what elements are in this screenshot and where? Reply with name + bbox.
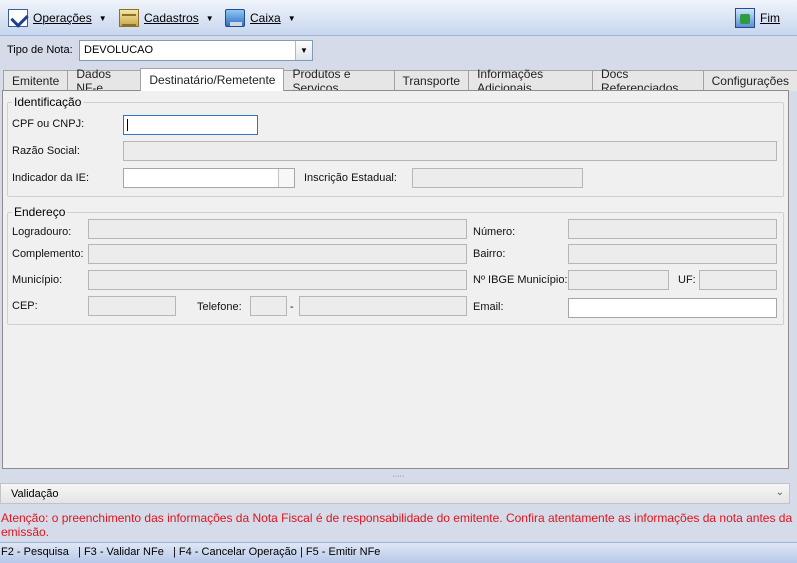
indicador-ie-label: Indicador da IE: — [12, 172, 90, 184]
operacoes-menu[interactable]: Operações ▼ — [8, 8, 107, 28]
endereco-title: Endereço — [14, 205, 66, 219]
numero-label: Número: — [473, 226, 516, 238]
exit-door-icon — [735, 8, 755, 28]
tab-informacoes-adicionais[interactable]: Informações Adicionais — [468, 67, 593, 95]
tipo-nota-value: DEVOLUCAO — [84, 44, 154, 56]
tab-transporte[interactable]: Transporte — [393, 70, 470, 91]
cep-input[interactable] — [88, 296, 176, 316]
cadastros-menu-label: Cadastros — [144, 11, 199, 25]
splitter-handle[interactable]: ····· — [0, 470, 797, 482]
caixa-menu-label: Caixa — [250, 11, 281, 25]
inscricao-estadual-input[interactable] — [412, 168, 583, 188]
tab-configuracoes[interactable]: Configurações — [702, 70, 797, 91]
logradouro-label: Logradouro: — [12, 226, 72, 238]
email-label: Email: — [473, 301, 504, 313]
chevron-down-icon: ▼ — [287, 13, 296, 23]
cep-label: CEP: — [12, 300, 38, 312]
tab-docs-referenciados[interactable]: Docs Referenciados — [592, 67, 704, 95]
destinatario-panel: Identificação CPF ou CNPJ: Razão Social:… — [2, 90, 789, 469]
caixa-menu[interactable]: Caixa ▼ — [225, 8, 296, 28]
tipo-nota-label: Tipo de Nota: — [7, 44, 73, 56]
bairro-label: Bairro: — [473, 248, 506, 260]
cpf-cnpj-input[interactable] — [123, 115, 258, 135]
dropdown-button[interactable] — [278, 169, 294, 187]
tab-strip: Emitente Dados NF-e Destinatário/Remeten… — [3, 67, 797, 95]
text-caret — [127, 119, 128, 131]
cpf-cnpj-label: CPF ou CNPJ: — [12, 118, 85, 130]
fim-button-label: Fim — [760, 11, 781, 25]
operacoes-menu-label: Operações — [33, 11, 92, 25]
telefone-separator: - — [290, 301, 294, 313]
tab-produtos-servicos[interactable]: Produtos e Serviços — [283, 67, 395, 95]
inscricao-estadual-label: Inscrição Estadual: — [304, 172, 397, 184]
complemento-input[interactable] — [88, 244, 467, 264]
identificacao-title: Identificação — [14, 95, 82, 109]
chevron-down-icon[interactable]: ⌄ — [776, 487, 784, 498]
email-input[interactable] — [568, 298, 777, 318]
tipo-nota-select[interactable]: DEVOLUCAO ▼ — [79, 40, 313, 61]
chevron-down-icon: ▼ — [205, 13, 214, 23]
municipio-input[interactable] — [88, 270, 467, 290]
ibge-municipio-input[interactable] — [568, 270, 669, 290]
cadastros-menu[interactable]: Cadastros ▼ — [119, 8, 214, 28]
municipio-label: Município: — [12, 274, 63, 286]
tab-destinatario-remetente[interactable]: Destinatário/Remetente — [140, 68, 285, 91]
uf-input[interactable] — [699, 270, 777, 290]
fim-button[interactable]: Fim — [735, 8, 780, 28]
tipo-nota-row: Tipo de Nota: DEVOLUCAO ▼ — [0, 36, 797, 66]
uf-label: UF: — [678, 274, 696, 286]
razao-social-label: Razão Social: — [12, 145, 80, 157]
telefone-ddd-input[interactable] — [250, 296, 287, 316]
validacao-dropdown[interactable]: Validação ⌄ — [0, 483, 790, 504]
tab-dados-nfe[interactable]: Dados NF-e — [67, 67, 142, 95]
razao-social-input[interactable] — [123, 141, 777, 161]
cash-register-icon — [225, 9, 245, 27]
tab-emitente[interactable]: Emitente — [3, 70, 69, 91]
chevron-down-icon: ▼ — [98, 13, 107, 23]
warning-message: Atenção: o preenchimento das informações… — [0, 505, 797, 541]
bairro-input[interactable] — [568, 244, 777, 264]
numero-input[interactable] — [568, 219, 777, 239]
checklist-icon — [8, 9, 28, 27]
chevron-down-icon[interactable]: ▼ — [295, 41, 312, 60]
ibge-municipio-label: Nº IBGE Município: — [473, 274, 568, 286]
telefone-label: Telefone: — [197, 301, 242, 313]
telefone-input[interactable] — [299, 296, 467, 316]
logradouro-input[interactable] — [88, 219, 467, 239]
complemento-label: Complemento: — [12, 248, 84, 260]
shortcut-status-bar: F2 - Pesquisa | F3 - Validar NFe | F4 - … — [0, 542, 797, 563]
main-toolbar: Operações ▼ Cadastros ▼ Caixa ▼ Fim — [0, 0, 797, 36]
validacao-label: Validação — [11, 488, 59, 500]
indicador-ie-select[interactable] — [123, 168, 295, 188]
archive-icon — [119, 9, 139, 27]
